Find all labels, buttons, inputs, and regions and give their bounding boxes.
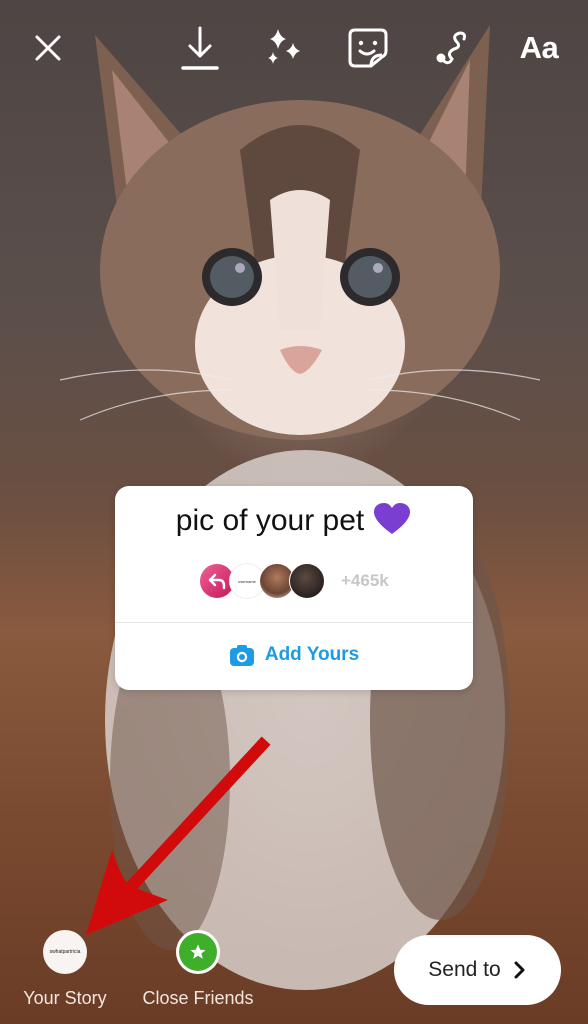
close-icon (35, 35, 61, 61)
draw-button[interactable] (428, 22, 476, 74)
sparkles-icon (268, 29, 300, 64)
participant-avatars[interactable]: username +465k (199, 562, 389, 600)
close-friends-button[interactable]: Close Friends (136, 930, 260, 1009)
sticker-title: pic of your pet (175, 504, 365, 537)
text-tool-button[interactable]: Aa (512, 22, 566, 74)
star-icon (190, 944, 206, 959)
reply-arrow-icon (208, 573, 226, 590)
sticker-icon (348, 28, 388, 68)
chevron-right-icon (514, 961, 525, 979)
download-button[interactable] (176, 22, 224, 74)
draw-squiggle-icon (436, 31, 466, 65)
close-friends-label: Close Friends (142, 988, 254, 1008)
your-story-label: Your Story (23, 988, 107, 1008)
editor-toolbar: Aa (0, 22, 588, 74)
purple-heart-icon (374, 503, 411, 535)
sticker-button[interactable] (344, 22, 392, 74)
send-to-label: Send to (428, 958, 501, 981)
download-icon (181, 26, 219, 70)
your-story-avatar: swhatpartricia (43, 930, 87, 974)
participant-avatar (289, 563, 325, 599)
close-friends-avatar (176, 930, 220, 974)
participant-count: +465k (341, 571, 389, 590)
add-yours-label: Add Yours (264, 644, 360, 665)
send-to-button[interactable]: Send to (394, 935, 561, 1005)
your-story-button[interactable]: swhatpartricia Your Story (20, 930, 110, 1009)
effects-button[interactable] (260, 22, 308, 74)
add-yours-button[interactable]: Add Yours (115, 632, 473, 678)
sticker-prompt: pic of your pet (115, 503, 473, 538)
add-yours-sticker[interactable]: pic of your pet username +465k Add Yours (115, 486, 473, 690)
camera-icon (229, 645, 254, 666)
sticker-divider (115, 622, 473, 623)
close-button[interactable] (24, 22, 72, 74)
